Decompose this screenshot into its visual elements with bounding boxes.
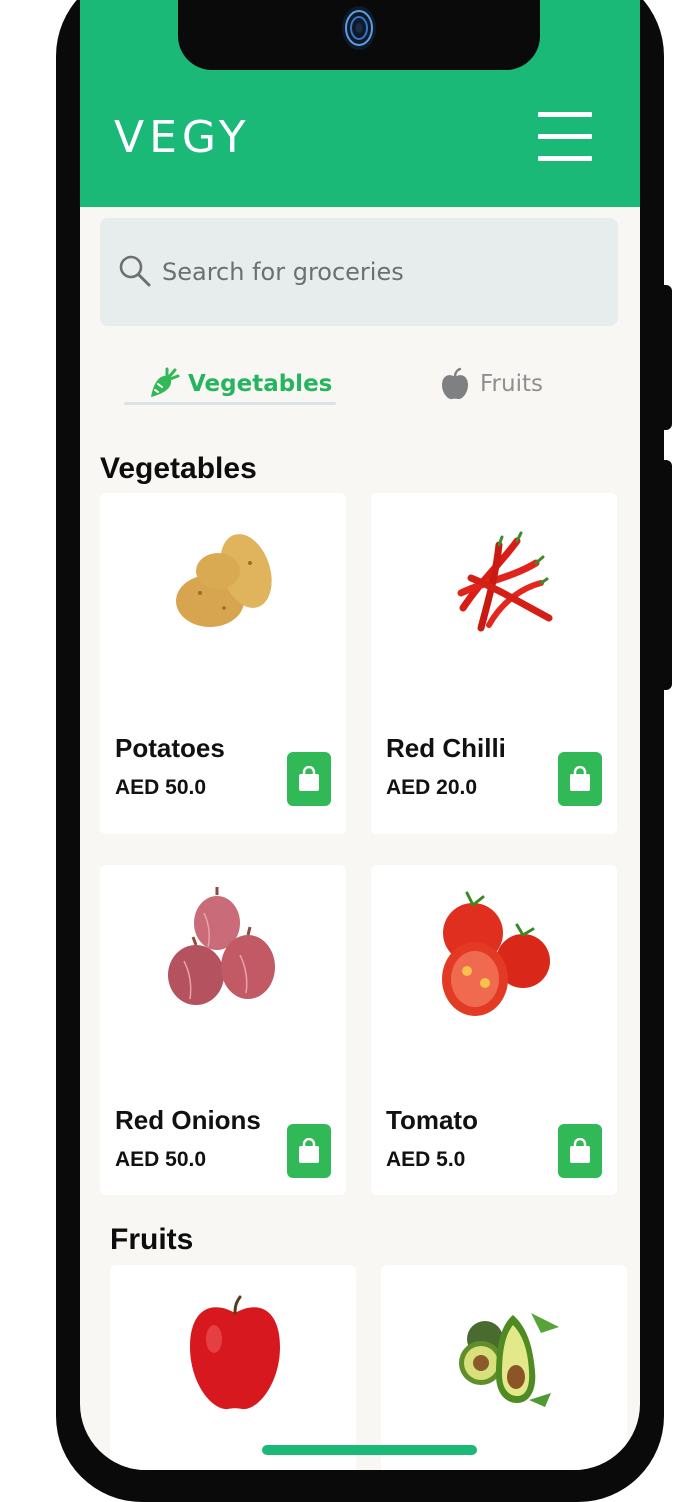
tab-label: Fruits: [480, 371, 543, 397]
product-name: Tomato: [386, 1105, 478, 1135]
app-brand: VEGY: [114, 112, 251, 163]
app-screen: VEGY Vegetables Fruits Vegetables: [80, 0, 640, 1470]
shopping-bag-icon: [299, 766, 319, 791]
search-bar[interactable]: [100, 218, 618, 326]
apple-image: [190, 1295, 280, 1410]
shopping-bag-icon: [299, 1138, 319, 1163]
product-price: AED 50.0: [115, 1148, 207, 1171]
tab-fruits[interactable]: Fruits: [438, 358, 543, 410]
tomato-image: [442, 891, 550, 1016]
side-button: [660, 460, 672, 690]
camera-icon: [342, 6, 376, 50]
shopping-bag-icon: [570, 1138, 590, 1163]
search-input[interactable]: [160, 248, 594, 296]
product-card-potatoes[interactable]: Potatoes AED 50.0: [100, 493, 346, 834]
product-card-red-onions[interactable]: Red Onions AED 50.0: [100, 865, 346, 1195]
product-card-red-chilli[interactable]: Red Chilli AED 20.0: [371, 493, 617, 834]
product-name: Red Chilli: [386, 733, 506, 763]
product-card-tomato[interactable]: Tomato AED 5.0: [371, 865, 617, 1195]
avocado-image: [459, 1313, 559, 1407]
hamburger-menu-icon[interactable]: [532, 110, 594, 164]
carrot-icon: [151, 367, 180, 397]
red-chilli-image: [457, 531, 553, 632]
product-name: Potatoes: [115, 733, 225, 763]
section-title-fruits: Fruits: [110, 1223, 194, 1256]
tab-label: Vegetables: [188, 371, 333, 397]
red-onions-image: [168, 887, 275, 1005]
potatoes-image: [176, 534, 272, 627]
add-to-cart-button[interactable]: [558, 752, 602, 806]
side-button: [660, 285, 672, 430]
section-title-vegetables: Vegetables: [100, 452, 257, 485]
product-price: AED 5.0: [386, 1148, 466, 1171]
product-card-apple[interactable]: [110, 1265, 356, 1470]
shopping-bag-icon: [570, 766, 590, 791]
search-icon: [119, 255, 151, 287]
product-price: AED 50.0: [115, 776, 207, 799]
add-to-cart-button[interactable]: [287, 752, 331, 806]
product-name: Red Onions: [115, 1105, 261, 1135]
add-to-cart-button[interactable]: [287, 1124, 331, 1178]
add-to-cart-button[interactable]: [558, 1124, 602, 1178]
apple-icon: [442, 367, 468, 400]
product-price: AED 20.0: [386, 776, 478, 799]
active-tab-indicator: [124, 402, 336, 405]
product-card-avocado[interactable]: [381, 1265, 627, 1470]
home-indicator: [262, 1445, 477, 1455]
